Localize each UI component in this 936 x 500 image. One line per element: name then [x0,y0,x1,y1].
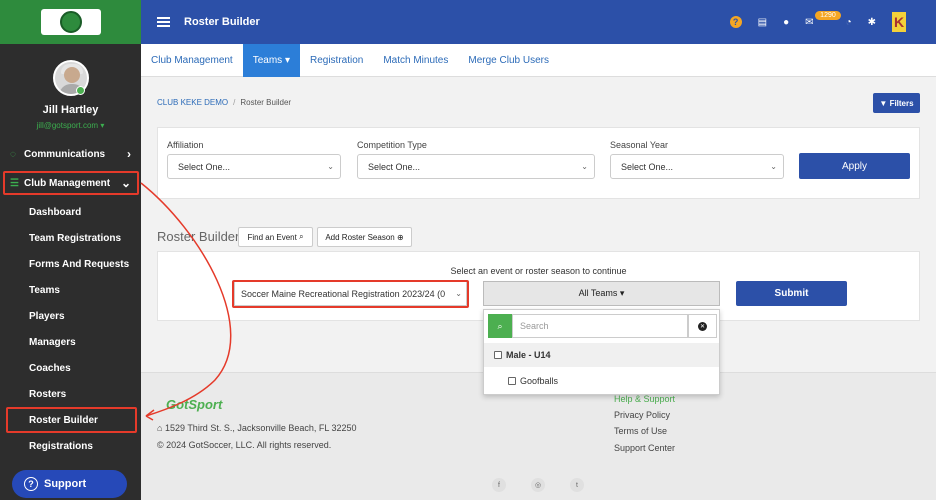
teams-dropdown-menu: ⌕ Search ✕ Male - U14 Goofballs [483,309,720,395]
club-logo-badge [40,9,101,35]
all-teams-dropdown-button[interactable]: All Teams ▾ [483,281,720,306]
roster-builder-title: Roster Builder [157,229,240,244]
sidebar-item-teams[interactable]: Teams [0,283,141,297]
sidebar-item-rosters[interactable]: Rosters [0,387,141,401]
sidebar-item-roster-builder[interactable]: Roster Builder [0,413,141,427]
footer-link-support-center[interactable]: Support Center [614,443,675,453]
team-search-input[interactable]: Search [512,314,688,338]
sidebar-item-coaches[interactable]: Coaches [0,361,141,375]
tab-match-minutes[interactable]: Match Minutes [373,44,458,77]
online-status-icon [76,86,85,95]
team-group-option[interactable]: Male - U14 [484,343,719,367]
chevron-right-icon: › [127,147,131,161]
id-card-icon[interactable]: ▤ [758,17,767,28]
chevron-down-icon: ⌄ [581,162,588,171]
tab-club-management[interactable]: Club Management [141,44,243,77]
footer-address: ⌂ 1529 Third St. S., Jacksonville Beach,… [157,423,357,433]
comments-icon: ◌ [10,148,16,160]
profile: Jill Hartley jill@gotsport.com ▾ [0,44,141,144]
filters-label: Filters [889,98,914,108]
sidebar-item-forms-and-requests[interactable]: Forms And Requests [0,257,141,271]
page-title: Roster Builder [184,16,260,28]
affiliation-label: Affiliation [167,140,204,150]
sidebar-item-registrations[interactable]: Registrations [0,439,141,453]
chevron-down-icon: ⌄ [120,176,131,190]
facebook-icon[interactable]: f [492,478,506,492]
tab-registration[interactable]: Registration [300,44,373,77]
sidebar-item-label: Communications [24,148,106,160]
footer-copyright: © 2024 GotSoccer, LLC. All rights reserv… [157,440,332,450]
sidebar-item-managers[interactable]: Managers [0,335,141,349]
submit-button[interactable]: Submit [736,281,847,306]
soccer-ball-icon [59,11,82,33]
profile-email[interactable]: jill@gotsport.com ▾ [0,121,141,130]
question-icon: ? [24,477,38,491]
support-button[interactable]: ? Support [12,470,127,498]
sidebar-item-club-management[interactable]: ☰ Club Management ⌄ [0,175,141,191]
checkbox[interactable] [494,351,502,359]
competition-type-label: Competition Type [357,140,427,150]
gear-icon[interactable]: ✱ [868,17,876,28]
breadcrumb-current: Roster Builder [240,98,292,107]
twitter-icon[interactable]: t [570,478,584,492]
notification-badge: 1290 [815,10,841,20]
add-roster-season-button[interactable]: Add Roster Season ⊕ [317,227,412,247]
user-icon[interactable]: ● [783,17,789,28]
roster-builder-hint: Select an event or roster season to cont… [450,266,627,276]
tab-teams[interactable]: Teams ▾ [242,43,300,77]
footer-link-privacy-policy[interactable]: Privacy Policy [614,410,670,420]
search-icon: ⌕ [299,232,304,241]
footer-link-help-support[interactable]: Help & Support [614,394,675,404]
top-bar: Roster Builder ? ▤ ● ✉ 1290 ◔ ✱ K [141,0,936,44]
sidebar-item-team-registrations[interactable]: Team Registrations [0,231,141,245]
clear-search-button[interactable]: ✕ [688,314,717,338]
breadcrumb-root[interactable]: CLUB KEKE DEMO [157,98,228,107]
chevron-down-icon: ⌄ [452,289,462,298]
menu-icon[interactable] [157,17,170,27]
tab-merge-club-users[interactable]: Merge Club Users [458,44,559,77]
support-label: Support [44,478,87,490]
chevron-down-icon: ⌄ [327,162,334,171]
brand-logo[interactable]: K [892,12,906,32]
seasonal-year-select[interactable]: Select One... ⌄ [610,154,784,179]
sidebar-item-label: Club Management [24,177,111,189]
seasonal-year-label: Seasonal Year [610,140,669,150]
search-icon: ⌕ [488,314,512,338]
help-icon[interactable]: ? [729,16,742,28]
instagram-icon[interactable]: ◎ [531,478,545,492]
event-select[interactable]: Soccer Maine Recreational Registration 2… [234,281,467,306]
home-icon: ⌂ [157,423,163,433]
club-logo[interactable] [0,0,141,44]
checkbox[interactable] [508,377,516,385]
sidebar-item-dashboard[interactable]: Dashboard [0,205,141,219]
filter-icon: ▼ [879,98,890,108]
plus-circle-icon: ⊕ [396,232,404,242]
apply-button[interactable]: Apply [799,153,910,179]
find-event-button[interactable]: Find an Event ⌕ [238,227,313,247]
footer-link-terms-of-use[interactable]: Terms of Use [614,426,667,436]
sidebar: Jill Hartley jill@gotsport.com ▾ ◌ Commu… [0,0,141,500]
filters-button[interactable]: ▼ Filters [873,93,920,113]
nav-tabs: Club Management Teams ▾ Registration Mat… [141,43,936,77]
gotsport-logo: GotSport [166,397,223,412]
chevron-down-icon: ⌄ [770,162,777,171]
top-icons: ? ▤ ● ✉ 1290 ◔ ✱ K [729,0,936,44]
competition-type-select[interactable]: Select One... ⌄ [357,154,595,179]
sidebar-item-players[interactable]: Players [0,309,141,323]
chat-icon[interactable]: ◔ [846,17,852,28]
affiliation-select[interactable]: Select One... ⌄ [167,154,341,179]
breadcrumb: CLUB KEKE DEMO / Roster Builder [157,98,292,107]
profile-name: Jill Hartley [42,104,99,116]
list-icon: ☰ [10,177,19,189]
close-icon: ✕ [698,321,707,331]
team-option[interactable]: Goofballs [484,369,719,393]
mail-icon[interactable]: ✉ 1290 [805,10,841,28]
sidebar-item-communications[interactable]: ◌ Communications › [0,146,141,162]
